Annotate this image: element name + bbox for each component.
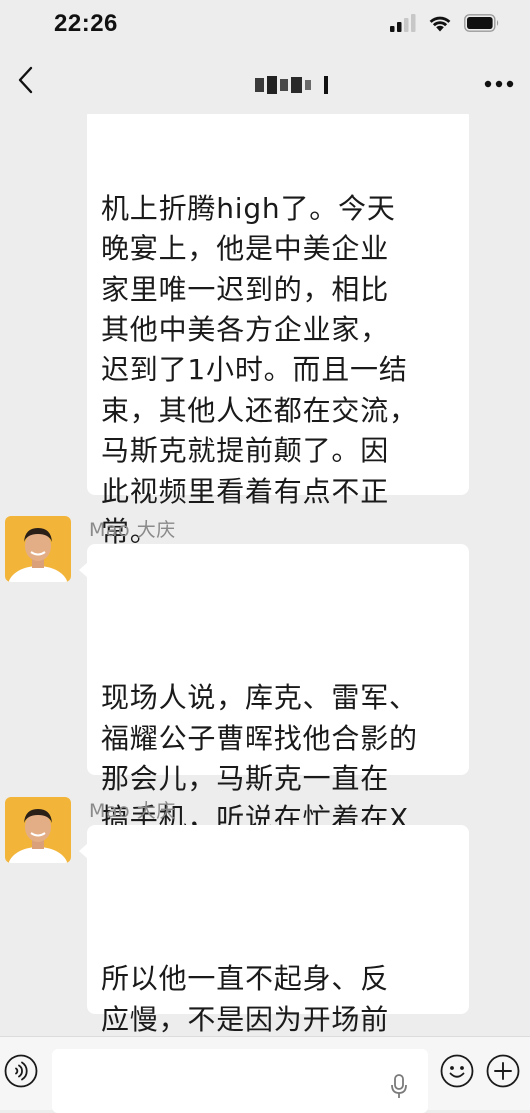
emoji-button[interactable] [440,1054,474,1092]
nav-bar [0,52,530,114]
voice-button[interactable] [4,1054,38,1092]
message-bubble[interactable]: 所以他一直不起身、反 应慢，不是因为开场前 先喝大了，全球首富也 抗不过时差 [79,825,469,1036]
status-icons [390,14,500,32]
sender-name: Mao 大庆 [89,519,176,541]
avatar[interactable] [5,797,71,863]
chevron-left-icon [16,65,36,99]
wifi-icon [428,14,452,32]
bubble-tail [79,562,88,578]
plus-button[interactable] [486,1054,520,1092]
voice-icon [4,1054,38,1092]
input-bar [0,1036,530,1113]
microphone-icon[interactable] [389,1073,409,1101]
bubble-tail [79,843,88,859]
redaction-block [291,77,302,93]
more-button[interactable] [480,66,518,98]
redaction-block [324,76,328,94]
message-bubble[interactable]: 现场人说，库克、雷军、 福耀公子曹晖找他合影的 那会儿，马斯克一直在 搞手机，听… [79,544,469,876]
message-bubble[interactable]: 机上折腾high了。今天 晚宴上，他是中美企业 家里唯一迟到的，相比 其他中美各… [87,114,469,548]
message-text-body: 所以他一直不起身、反 应慢，不是因为开场前 先喝大了，全球首富也 抗不过时差 [101,962,390,1036]
redaction-block [280,79,288,91]
chat-message-list[interactable]: 机上折腾high了。今天 晚宴上，他是中美企业 家里唯一迟到的，相比 其他中美各… [0,114,530,1036]
emoji-icon [440,1054,474,1092]
sender-name: Mao 大庆 [89,800,176,822]
battery-icon [464,14,500,32]
back-button[interactable] [8,64,44,100]
redaction-block [255,78,264,92]
status-time: 22:26 [54,10,118,37]
message-text: 机上折腾high了。今天 晚宴上，他是中美企业 家里唯一迟到的，相比 其他中美各… [101,191,418,549]
avatar[interactable] [5,516,71,582]
cellular-signal-icon [390,14,416,32]
message-input[interactable] [52,1049,428,1113]
redaction-block [267,76,277,94]
status-bar: 22:26 [0,0,530,52]
chat-title-redacted [255,76,328,94]
redaction-block [305,80,311,90]
plus-icon [486,1054,520,1092]
message-text: 所以他一直不起身、反 应慢，不是因为开场前 先喝大了，全球首富也 抗不过时差 [101,959,457,1036]
more-dots-icon [484,73,514,92]
